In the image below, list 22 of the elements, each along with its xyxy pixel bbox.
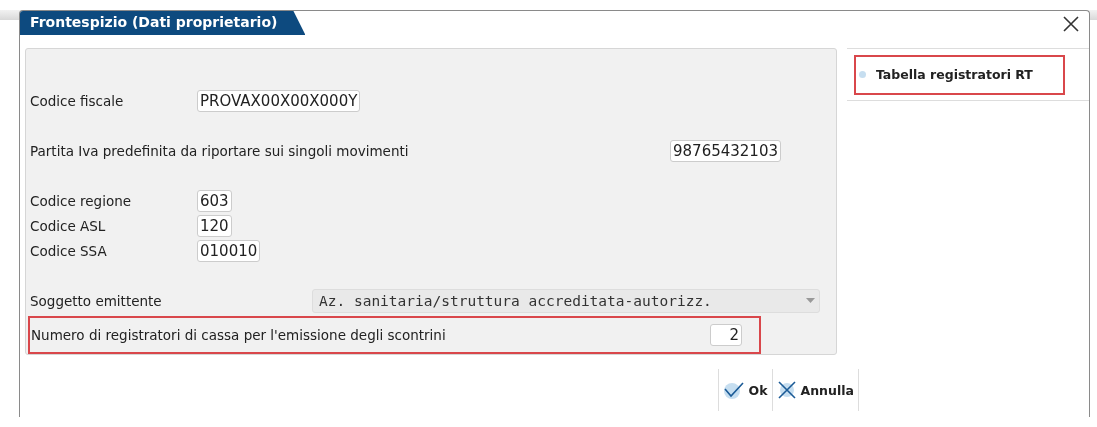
field-label: Partita Iva predefinita da riportare sui singoli movimenti bbox=[30, 143, 409, 159]
close-icon bbox=[1061, 14, 1081, 34]
cancel-button[interactable]: Annulla bbox=[771, 369, 859, 411]
dialog-title: Frontespizio (Dati proprietario) bbox=[20, 11, 306, 35]
input-field[interactable]: 010010 bbox=[197, 240, 261, 262]
close-button[interactable] bbox=[1061, 14, 1081, 34]
bullet-icon bbox=[858, 71, 866, 78]
field-label: Codice regione bbox=[30, 193, 133, 209]
input-field[interactable]: 98765432103 bbox=[670, 140, 781, 162]
input-field[interactable]: 2 bbox=[710, 324, 742, 346]
field-label: Codice ASL bbox=[30, 218, 107, 234]
input-field[interactable]: 120 bbox=[197, 215, 232, 237]
field-label: Numero di registratori di cassa per l'emissione degli scontrini bbox=[31, 327, 446, 343]
dropdown[interactable]: Az. sanitaria/struttura accreditata-autorizz. bbox=[312, 289, 820, 313]
sidebar-link[interactable]: Tabella registratori RT bbox=[853, 54, 1065, 95]
field-label: Codice SSA bbox=[30, 243, 108, 259]
caret-icon bbox=[806, 298, 815, 304]
field-label: Soggetto emittente bbox=[30, 293, 163, 309]
close-icon bbox=[776, 380, 797, 400]
input-field[interactable]: PROVAX00X00X000Y bbox=[197, 90, 361, 112]
field-label: Codice fiscale bbox=[30, 93, 125, 109]
input-field[interactable]: 603 bbox=[197, 190, 232, 212]
